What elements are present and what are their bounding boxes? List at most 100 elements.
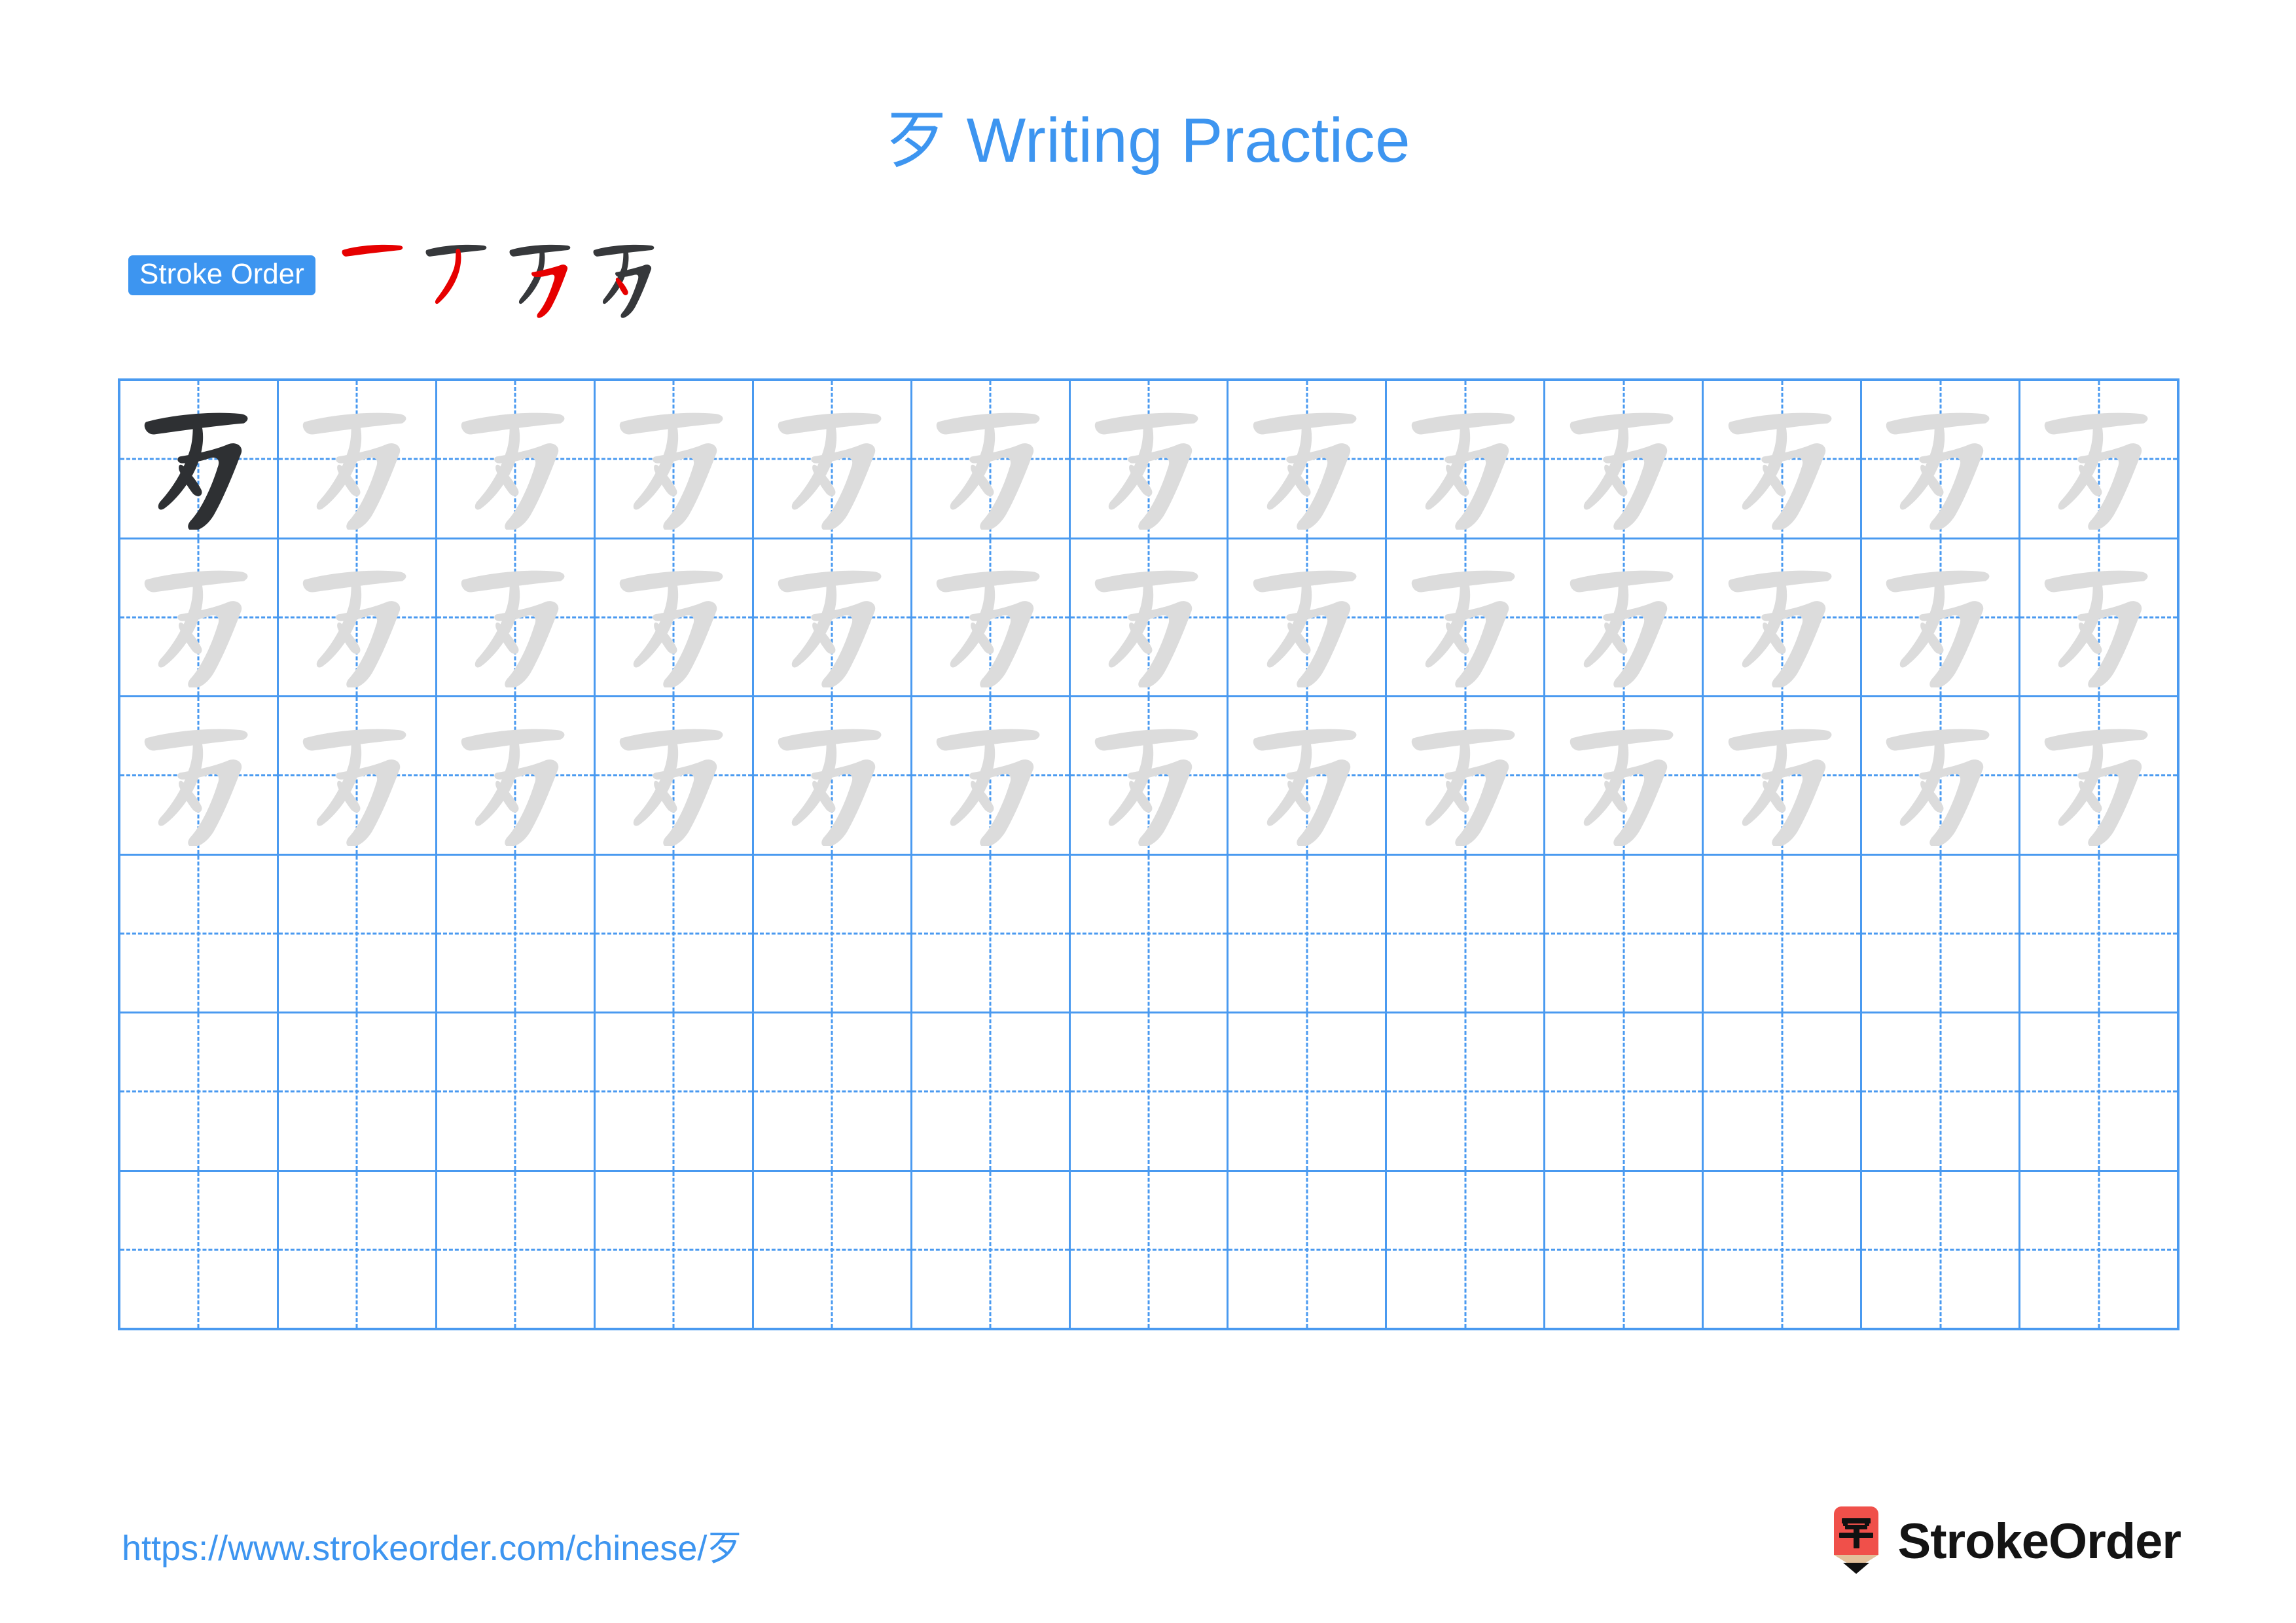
grid-cell-trace[interactable] xyxy=(1070,381,1229,538)
stroke-step-3 xyxy=(497,224,589,322)
grid-cell-empty[interactable] xyxy=(912,1171,1071,1328)
grid-cell-empty[interactable] xyxy=(1070,1013,1229,1170)
grid-cell-empty[interactable] xyxy=(2020,1171,2177,1328)
character-glyph-trace xyxy=(1713,389,1851,530)
grid-cell-empty[interactable] xyxy=(595,855,754,1012)
grid-cell-empty[interactable] xyxy=(753,1013,912,1170)
practice-grid xyxy=(118,378,2179,1330)
grid-cell-trace[interactable] xyxy=(2020,539,2177,695)
grid-cell-trace[interactable] xyxy=(1545,697,1704,854)
grid-cell-trace[interactable] xyxy=(1704,381,1863,538)
grid-cell-empty[interactable] xyxy=(2020,855,2177,1012)
grid-cell-empty[interactable] xyxy=(1862,855,2021,1012)
grid-cell-trace[interactable] xyxy=(1229,381,1388,538)
grid-cell-trace[interactable] xyxy=(753,381,912,538)
grid-cell-model[interactable] xyxy=(120,381,279,538)
grid-cell-trace[interactable] xyxy=(278,539,437,695)
grid-cell-empty[interactable] xyxy=(278,855,437,1012)
grid-cell-trace[interactable] xyxy=(1862,381,2021,538)
grid-cell-empty[interactable] xyxy=(1229,1171,1388,1328)
guide-horizontal-line xyxy=(1070,932,1227,935)
grid-cell-trace[interactable] xyxy=(1229,539,1388,695)
grid-cell-trace[interactable] xyxy=(1704,539,1863,695)
grid-cell-trace[interactable] xyxy=(1545,539,1704,695)
grid-cell-empty[interactable] xyxy=(278,1171,437,1328)
grid-cell-empty[interactable] xyxy=(437,855,596,1012)
grid-cell-empty[interactable] xyxy=(753,1171,912,1328)
grid-cell-trace[interactable] xyxy=(912,381,1071,538)
grid-cell-trace[interactable] xyxy=(1070,697,1229,854)
grid-cell-empty[interactable] xyxy=(1545,1171,1704,1328)
guide-horizontal-line xyxy=(1387,1249,1544,1251)
grid-cell-trace[interactable] xyxy=(753,697,912,854)
grid-cell-empty[interactable] xyxy=(1070,1171,1229,1328)
grid-cell-trace[interactable] xyxy=(1070,539,1229,695)
footer-brand[interactable]: StrokeOrder xyxy=(1829,1503,2181,1579)
grid-cell-empty[interactable] xyxy=(1070,855,1229,1012)
grid-cell-empty[interactable] xyxy=(1387,855,1546,1012)
grid-cell-trace[interactable] xyxy=(278,381,437,538)
grid-cell-trace[interactable] xyxy=(1545,381,1704,538)
grid-cell-trace[interactable] xyxy=(595,697,754,854)
grid-cell-trace[interactable] xyxy=(278,697,437,854)
grid-cell-trace[interactable] xyxy=(2020,697,2177,854)
grid-cell-trace[interactable] xyxy=(1862,697,2021,854)
grid-cell-trace[interactable] xyxy=(1387,539,1546,695)
grid-cell-empty[interactable] xyxy=(1704,855,1863,1012)
grid-cell-empty[interactable] xyxy=(1862,1013,2021,1170)
grid-cell-empty[interactable] xyxy=(595,1013,754,1170)
character-glyph-trace xyxy=(1555,705,1693,846)
grid-cell-empty[interactable] xyxy=(595,1171,754,1328)
grid-cell-empty[interactable] xyxy=(1387,1171,1546,1328)
grid-cell-trace[interactable] xyxy=(912,697,1071,854)
grid-cell-empty[interactable] xyxy=(1229,1013,1388,1170)
grid-cell-empty[interactable] xyxy=(912,855,1071,1012)
guide-horizontal-line xyxy=(437,1090,594,1093)
grid-cell-trace[interactable] xyxy=(753,539,912,695)
grid-cell-trace[interactable] xyxy=(595,381,754,538)
grid-cell-empty[interactable] xyxy=(437,1013,596,1170)
grid-cell-trace[interactable] xyxy=(120,539,279,695)
character-glyph-trace xyxy=(1238,389,1376,530)
character-glyph-trace xyxy=(1713,705,1851,846)
grid-cell-empty[interactable] xyxy=(1545,855,1704,1012)
grid-cell-trace[interactable] xyxy=(1704,697,1863,854)
grid-cell-trace[interactable] xyxy=(1229,697,1388,854)
character-glyph-trace xyxy=(1713,547,1851,688)
grid-cell-empty[interactable] xyxy=(753,855,912,1012)
grid-cell-trace[interactable] xyxy=(912,539,1071,695)
grid-cell-trace[interactable] xyxy=(437,381,596,538)
grid-cell-empty[interactable] xyxy=(2020,1013,2177,1170)
guide-horizontal-line xyxy=(1545,1090,1702,1093)
grid-cell-empty[interactable] xyxy=(120,1013,279,1170)
grid-cell-trace[interactable] xyxy=(1387,381,1546,538)
grid-cell-trace[interactable] xyxy=(437,697,596,854)
grid-cell-empty[interactable] xyxy=(1704,1171,1863,1328)
grid-cell-empty[interactable] xyxy=(278,1013,437,1170)
footer-url-link[interactable]: https://www.strokeorder.com/chinese/歹 xyxy=(122,1519,742,1571)
grid-cell-empty[interactable] xyxy=(120,1171,279,1328)
grid-cell-empty[interactable] xyxy=(1387,1013,1546,1170)
grid-cell-trace[interactable] xyxy=(1387,697,1546,854)
character-glyph-trace xyxy=(763,547,901,688)
guide-horizontal-line xyxy=(1387,932,1544,935)
grid-cell-trace[interactable] xyxy=(120,697,279,854)
grid-cell-empty[interactable] xyxy=(1862,1171,2021,1328)
guide-horizontal-line xyxy=(278,1090,435,1093)
grid-cell-trace[interactable] xyxy=(2020,381,2177,538)
grid-cell-empty[interactable] xyxy=(120,855,279,1012)
grid-cell-empty[interactable] xyxy=(1229,855,1388,1012)
grid-cell-trace[interactable] xyxy=(437,539,596,695)
grid-cell-trace[interactable] xyxy=(595,539,754,695)
guide-horizontal-line xyxy=(2020,1249,2177,1251)
grid-cell-empty[interactable] xyxy=(1704,1013,1863,1170)
grid-cell-empty[interactable] xyxy=(437,1171,596,1328)
guide-horizontal-line xyxy=(278,1249,435,1251)
character-glyph-trace xyxy=(922,547,1059,688)
guide-horizontal-line xyxy=(595,1090,752,1093)
grid-cell-empty[interactable] xyxy=(912,1013,1071,1170)
character-glyph-trace xyxy=(130,705,267,846)
grid-cell-trace[interactable] xyxy=(1862,539,2021,695)
grid-cell-empty[interactable] xyxy=(1545,1013,1704,1170)
guide-horizontal-line xyxy=(1545,1249,1702,1251)
